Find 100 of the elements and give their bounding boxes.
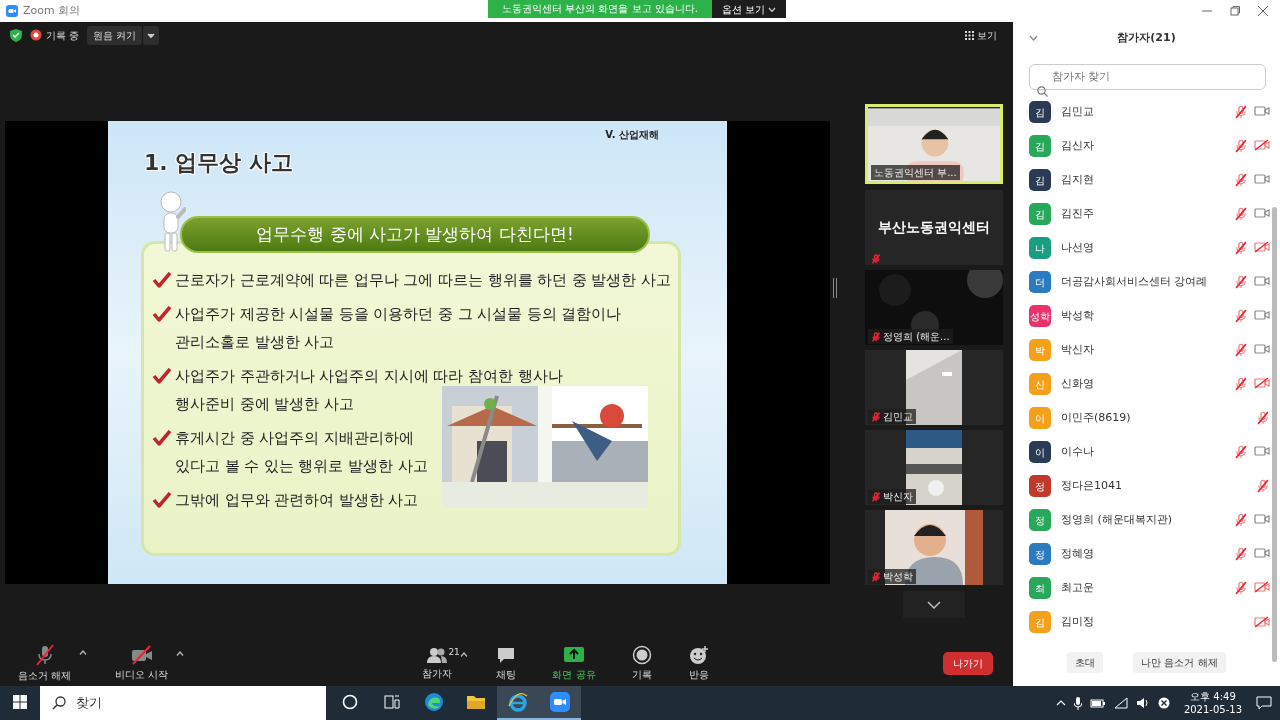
- avatar: 더: [1029, 271, 1051, 293]
- chat-button[interactable]: 채팅: [488, 644, 525, 682]
- taskbar-search-field[interactable]: 찾기: [40, 686, 326, 720]
- camera-off-icon: [1254, 616, 1270, 628]
- people-icon: [426, 645, 449, 664]
- participant-name: 김지현: [1061, 171, 1094, 188]
- participant-name: 더공감사회서비스센터 강여례: [1061, 273, 1208, 290]
- scrollbar[interactable]: [1272, 207, 1277, 662]
- view-button[interactable]: 보기: [959, 25, 1003, 45]
- view-options-button[interactable]: 옵션 보기: [711, 0, 787, 18]
- video-tile[interactable]: 노동권익센터 부...: [865, 104, 1003, 184]
- participant-item[interactable]: 김 김지현: [1013, 163, 1270, 197]
- share-screen-icon: [561, 644, 586, 665]
- video-button[interactable]: 비디오 시작: [107, 644, 177, 682]
- screen-share-notice: 노동권익센터 부산의 화면을 보고 있습니다.: [488, 0, 712, 18]
- participant-name: 최고운: [1061, 579, 1094, 596]
- bullet-text: 휴게시간 중 사업주의 지배관리하에: [175, 429, 415, 448]
- participant-item[interactable]: 더 더공감사회서비스센터 강여례: [1013, 265, 1270, 299]
- video-tile[interactable]: 박신자: [865, 430, 1003, 505]
- taskbar-clock[interactable]: 오후 4:49 2021-05-13: [1183, 690, 1242, 716]
- reactions-button[interactable]: 반응: [679, 644, 718, 682]
- resize-handle: [832, 278, 838, 298]
- panel-button[interactable]: 나만 음소거 해제: [1133, 651, 1226, 673]
- checkmark-icon: [152, 492, 172, 508]
- video-tile[interactable]: 정영희 (해운...: [865, 270, 1003, 345]
- slide-section: V. 산업재해: [605, 127, 659, 142]
- slide-heading: 업무수행 중에 사고가 발생하여 다친다면!: [180, 215, 650, 253]
- participant-name: 김민교: [1061, 103, 1094, 120]
- participant-item[interactable]: 김 김민교: [1013, 95, 1270, 129]
- camera-off-icon: [1254, 139, 1270, 151]
- search-icon: [1037, 86, 1048, 97]
- share-button[interactable]: 화면 공유: [544, 644, 604, 682]
- taskbar-app-button[interactable]: [539, 686, 581, 720]
- participant-name: 김미정: [1061, 613, 1094, 630]
- participant-item[interactable]: 김 김진주: [1013, 197, 1270, 231]
- speaker-icon: [1135, 697, 1150, 709]
- participant-item[interactable]: 나 나선영: [1013, 231, 1270, 265]
- notification-icon: [1256, 696, 1272, 710]
- close-icon: [1258, 6, 1268, 16]
- participant-name: 김신자: [1061, 137, 1094, 154]
- scroll-down-button[interactable]: [903, 591, 965, 618]
- panel-title: 참가자(21): [1116, 29, 1177, 46]
- camera-off-icon: [1254, 241, 1270, 253]
- panel-button[interactable]: 초대: [1067, 651, 1104, 673]
- camera-icon: [1254, 173, 1270, 185]
- participant-name: 김민교: [883, 410, 913, 424]
- mic-icon: [1073, 696, 1082, 710]
- video-tile[interactable]: 부산노동권익센터: [865, 190, 1003, 265]
- record-button[interactable]: 기록: [623, 644, 660, 682]
- camera-icon: [1254, 207, 1270, 219]
- checkmark-icon: [152, 272, 172, 288]
- wifi-icon: [1113, 697, 1128, 709]
- task-view-icon: [384, 694, 400, 710]
- original-sound-button[interactable]: 원음 켜기: [87, 25, 143, 45]
- video-tile[interactable]: 김민교: [865, 350, 1003, 425]
- bullet-text: 그밖에 업무와 관련하여 발생한 사고: [175, 491, 419, 510]
- participant-item[interactable]: 정 정혜영: [1013, 537, 1270, 571]
- avatar: 김: [1029, 169, 1051, 191]
- participant-name: 박신자: [1061, 341, 1094, 358]
- participants-button[interactable]: 21 참가자: [414, 645, 461, 681]
- participant-item[interactable]: 박 박신자: [1013, 333, 1270, 367]
- checkmark-icon: [152, 430, 172, 446]
- mic-button[interactable]: 음소거 해제: [10, 643, 80, 683]
- search-field[interactable]: 참가자 찾기: [1029, 64, 1266, 90]
- leave-button[interactable]: 나가기: [943, 651, 993, 675]
- participant-item[interactable]: 성학 박성학: [1013, 299, 1270, 333]
- circle-icon: [342, 694, 358, 710]
- participant-item[interactable]: 최 최고운: [1013, 571, 1270, 605]
- close-circle-icon: [1157, 697, 1170, 709]
- bullet-text: 행사준비 중에 발생한 사고: [175, 395, 355, 414]
- zoom-logo-icon: [6, 5, 18, 17]
- participant-item[interactable]: 신 신화영: [1013, 367, 1270, 401]
- participant-item[interactable]: 이 이민주(8619): [1013, 401, 1270, 435]
- avatar: 정: [1029, 509, 1051, 531]
- folder-icon: [466, 693, 486, 711]
- bullet-text: 있다고 볼 수 있는 행위로 발생한 사고: [175, 457, 428, 476]
- participant-item[interactable]: 정 정영희 (해운대복지관): [1013, 503, 1270, 537]
- caret-icon: [147, 32, 156, 38]
- avatar: 정: [1029, 475, 1051, 497]
- avatar: 신: [1029, 373, 1051, 395]
- bullet-text: 사업주가 제공한 시설물 등을 이용하던 중 그 시설물 등의 결함이나: [175, 305, 622, 324]
- video-tile[interactable]: 박성학: [865, 510, 1003, 585]
- smiley-icon: [687, 644, 710, 665]
- avatar: 이: [1029, 407, 1051, 429]
- camera-icon: [1254, 105, 1270, 117]
- participant-name: 정영희 (해운대복지관): [1061, 511, 1173, 528]
- bullet-text: 근로자가 근로계약에 따른 업무나 그에 따르는 행위를 하던 중 발생한 사고: [175, 271, 672, 290]
- participant-item[interactable]: 정 정다은1041: [1013, 469, 1270, 503]
- time-text: 오후 4:49: [1189, 690, 1237, 703]
- participant-name: 노동권익센터 부...: [874, 166, 957, 180]
- record-icon: [631, 644, 652, 665]
- participant-item[interactable]: 이 이수나: [1013, 435, 1270, 469]
- bullet-text: 관리소홀로 발생한 사고: [175, 333, 336, 352]
- participant-item[interactable]: 김 김신자: [1013, 129, 1270, 163]
- participant-name: 김진주: [1061, 205, 1094, 222]
- participant-item[interactable]: 김 김미정: [1013, 605, 1270, 638]
- avatar: 김: [1029, 611, 1051, 633]
- camera-icon: [1254, 547, 1270, 559]
- window-title: Zoom 회의: [23, 2, 81, 19]
- camera-off-icon: [1254, 581, 1270, 593]
